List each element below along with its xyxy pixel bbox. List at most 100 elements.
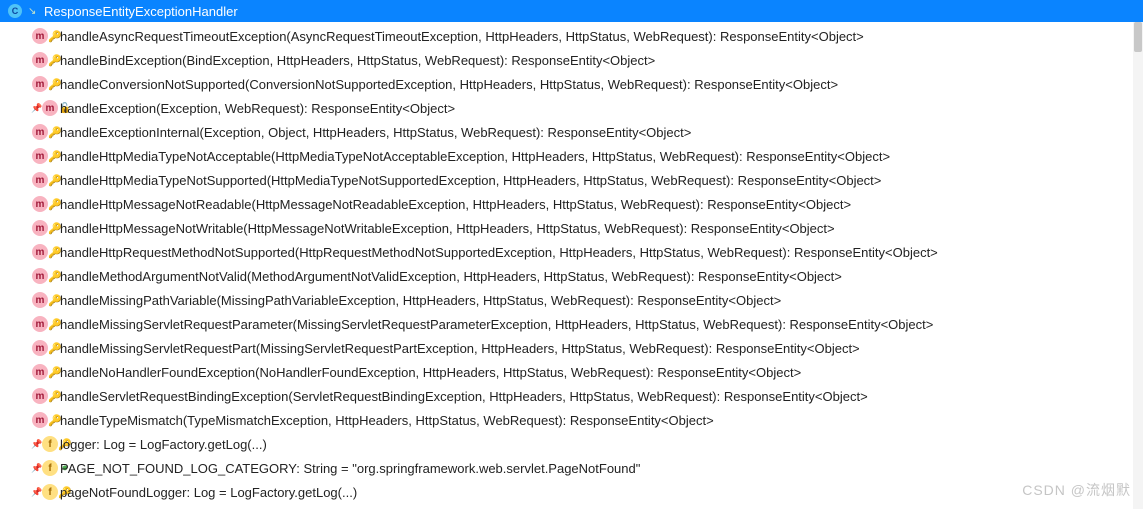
method-icon: m bbox=[32, 244, 48, 260]
protected-visibility-icon: 🔑 bbox=[50, 199, 60, 209]
member-row[interactable]: m🔑handleHttpRequestMethodNotSupported(Ht… bbox=[0, 240, 1143, 264]
protected-visibility-icon: 🔑 bbox=[50, 415, 60, 425]
member-row[interactable]: m🔑handleMissingServletRequestParameter(M… bbox=[0, 312, 1143, 336]
field-icon: f bbox=[42, 460, 58, 476]
member-signature: handleHttpMessageNotWritable(HttpMessage… bbox=[60, 221, 835, 236]
member-signature: PAGE_NOT_FOUND_LOG_CATEGORY: String = "o… bbox=[60, 461, 640, 476]
field-icon: f bbox=[42, 484, 58, 500]
protected-visibility-icon: 🔑 bbox=[50, 391, 60, 401]
member-row[interactable]: 📌f🔑logger: Log = LogFactory.getLog(...) bbox=[0, 432, 1143, 456]
member-icon-stack: m🔑 bbox=[32, 244, 60, 260]
class-title: ResponseEntityExceptionHandler bbox=[44, 4, 238, 19]
method-icon: m bbox=[32, 172, 48, 188]
member-row[interactable]: m🔑handleMissingServletRequestPart(Missin… bbox=[0, 336, 1143, 360]
member-signature: handleMissingPathVariable(MissingPathVar… bbox=[60, 293, 781, 308]
protected-visibility-icon: 🔑 bbox=[50, 343, 60, 353]
member-row[interactable]: m🔑handleMissingPathVariable(MissingPathV… bbox=[0, 288, 1143, 312]
member-signature: handleAsyncRequestTimeoutException(Async… bbox=[60, 29, 864, 44]
member-icon-stack: 📌m🔓 bbox=[32, 100, 60, 116]
method-icon: m bbox=[32, 268, 48, 284]
scrollbar-thumb[interactable] bbox=[1134, 22, 1142, 52]
protected-visibility-icon: 🔑 bbox=[50, 31, 60, 41]
member-row[interactable]: 📌f🔑pageNotFoundLogger: Log = LogFactory.… bbox=[0, 480, 1143, 504]
member-row[interactable]: 📌m🔓handleException(Exception, WebRequest… bbox=[0, 96, 1143, 120]
pin-icon: 📌 bbox=[32, 439, 42, 449]
member-icon-stack: m🔑 bbox=[32, 52, 60, 68]
method-icon: m bbox=[32, 124, 48, 140]
member-row[interactable]: m🔑handleTypeMismatch(TypeMismatchExcepti… bbox=[0, 408, 1143, 432]
member-row[interactable]: m🔑handleNoHandlerFoundException(NoHandle… bbox=[0, 360, 1143, 384]
protected-visibility-icon: 🔑 bbox=[50, 55, 60, 65]
member-icon-stack: m🔑 bbox=[32, 412, 60, 428]
member-icon-stack: m🔑 bbox=[32, 28, 60, 44]
protected-visibility-icon: 🔑 bbox=[50, 127, 60, 137]
class-icon: C bbox=[8, 4, 22, 18]
member-icon-stack: m🔑 bbox=[32, 196, 60, 212]
member-icon-stack: m🔑 bbox=[32, 220, 60, 236]
member-icon-stack: m🔑 bbox=[32, 292, 60, 308]
vertical-scrollbar[interactable] bbox=[1133, 22, 1143, 509]
method-icon: m bbox=[32, 52, 48, 68]
method-icon: m bbox=[32, 196, 48, 212]
protected-visibility-icon: 🔑 bbox=[50, 319, 60, 329]
structure-header[interactable]: C ↘ ResponseEntityExceptionHandler bbox=[0, 0, 1143, 22]
pin-icon: 📌 bbox=[32, 103, 42, 113]
pin-icon: 📌 bbox=[32, 463, 42, 473]
method-icon: m bbox=[32, 412, 48, 428]
method-icon: m bbox=[32, 148, 48, 164]
member-signature: handleMissingServletRequestPart(MissingS… bbox=[60, 341, 860, 356]
member-signature: handleMethodArgumentNotValid(MethodArgum… bbox=[60, 269, 842, 284]
method-icon: m bbox=[32, 76, 48, 92]
member-icon-stack: m🔑 bbox=[32, 268, 60, 284]
method-icon: m bbox=[32, 28, 48, 44]
member-signature: handleNoHandlerFoundException(NoHandlerF… bbox=[60, 365, 801, 380]
member-list: m🔑handleAsyncRequestTimeoutException(Asy… bbox=[0, 22, 1143, 506]
protected-visibility-icon: 🔑 bbox=[50, 79, 60, 89]
member-row[interactable]: m🔑handleHttpMediaTypeNotSupported(HttpMe… bbox=[0, 168, 1143, 192]
member-signature: handleHttpMediaTypeNotAcceptable(HttpMed… bbox=[60, 149, 890, 164]
protected-visibility-icon: 🔑 bbox=[50, 271, 60, 281]
member-row[interactable]: m🔑handleAsyncRequestTimeoutException(Asy… bbox=[0, 24, 1143, 48]
inherit-arrow-icon: ↘ bbox=[28, 6, 38, 16]
pin-icon: 📌 bbox=[32, 487, 42, 497]
member-row[interactable]: m🔑handleHttpMessageNotReadable(HttpMessa… bbox=[0, 192, 1143, 216]
member-signature: handleMissingServletRequestParameter(Mis… bbox=[60, 317, 933, 332]
member-signature: handleException(Exception, WebRequest): … bbox=[60, 101, 455, 116]
member-row[interactable]: m🔑handleExceptionInternal(Exception, Obj… bbox=[0, 120, 1143, 144]
member-signature: logger: Log = LogFactory.getLog(...) bbox=[60, 437, 267, 452]
member-signature: handleHttpMediaTypeNotSupported(HttpMedi… bbox=[60, 173, 881, 188]
member-icon-stack: m🔑 bbox=[32, 388, 60, 404]
protected-visibility-icon: 🔑 bbox=[50, 151, 60, 161]
member-icon-stack: m🔑 bbox=[32, 316, 60, 332]
member-signature: pageNotFoundLogger: Log = LogFactory.get… bbox=[60, 485, 357, 500]
member-signature: handleExceptionInternal(Exception, Objec… bbox=[60, 125, 691, 140]
method-icon: m bbox=[32, 220, 48, 236]
member-icon-stack: m🔑 bbox=[32, 76, 60, 92]
member-row[interactable]: 📌f●PAGE_NOT_FOUND_LOG_CATEGORY: String =… bbox=[0, 456, 1143, 480]
method-icon: m bbox=[42, 100, 58, 116]
member-row[interactable]: m🔑handleServletRequestBindingException(S… bbox=[0, 384, 1143, 408]
member-row[interactable]: m🔑handleMethodArgumentNotValid(MethodArg… bbox=[0, 264, 1143, 288]
member-icon-stack: 📌f🔑 bbox=[32, 484, 60, 500]
method-icon: m bbox=[32, 316, 48, 332]
member-icon-stack: m🔑 bbox=[32, 148, 60, 164]
member-icon-stack: m🔑 bbox=[32, 172, 60, 188]
field-icon: f bbox=[42, 436, 58, 452]
member-signature: handleHttpRequestMethodNotSupported(Http… bbox=[60, 245, 938, 260]
method-icon: m bbox=[32, 364, 48, 380]
member-row[interactable]: m🔑handleBindException(BindException, Htt… bbox=[0, 48, 1143, 72]
protected-visibility-icon: 🔑 bbox=[50, 175, 60, 185]
member-signature: handleConversionNotSupported(ConversionN… bbox=[60, 77, 838, 92]
member-row[interactable]: m🔑handleHttpMediaTypeNotAcceptable(HttpM… bbox=[0, 144, 1143, 168]
member-row[interactable]: m🔑handleHttpMessageNotWritable(HttpMessa… bbox=[0, 216, 1143, 240]
protected-visibility-icon: 🔑 bbox=[50, 247, 60, 257]
protected-visibility-icon: 🔑 bbox=[50, 223, 60, 233]
member-signature: handleHttpMessageNotReadable(HttpMessage… bbox=[60, 197, 851, 212]
protected-visibility-icon: 🔑 bbox=[50, 367, 60, 377]
protected-visibility-icon: 🔑 bbox=[50, 295, 60, 305]
member-row[interactable]: m🔑handleConversionNotSupported(Conversio… bbox=[0, 72, 1143, 96]
member-icon-stack: m🔑 bbox=[32, 364, 60, 380]
member-signature: handleTypeMismatch(TypeMismatchException… bbox=[60, 413, 714, 428]
member-icon-stack: m🔑 bbox=[32, 340, 60, 356]
member-icon-stack: 📌f● bbox=[32, 460, 60, 476]
